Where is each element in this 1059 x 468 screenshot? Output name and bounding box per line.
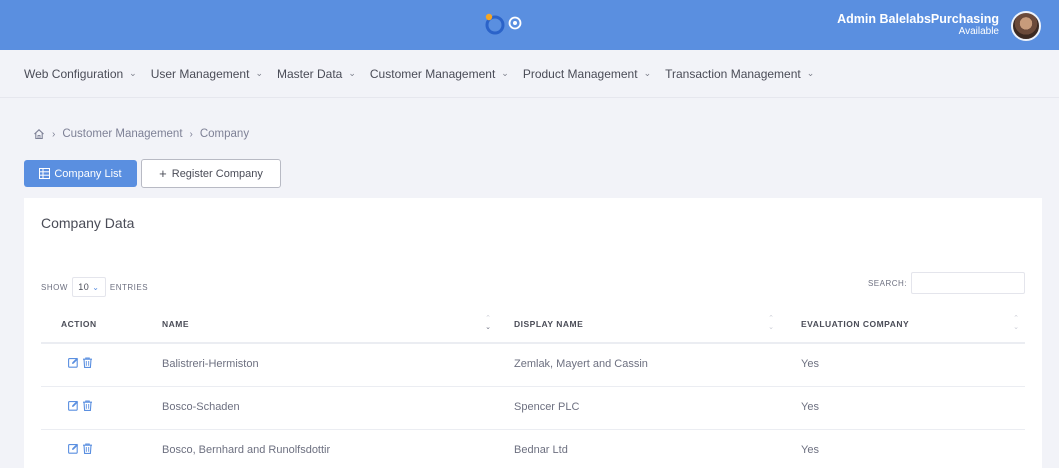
- edit-icon[interactable]: [68, 357, 79, 368]
- row-actions: [68, 357, 93, 368]
- edit-icon[interactable]: [68, 443, 79, 454]
- cell-display-name: Bednar Ltd: [514, 444, 568, 456]
- search-input[interactable]: [911, 272, 1025, 294]
- menu-product-management[interactable]: Product Management ⌄: [523, 67, 651, 81]
- avatar[interactable]: [1011, 11, 1041, 41]
- top-header: Admin BalelabsPurchasing Available: [0, 0, 1059, 50]
- chevron-down-icon: ⌄: [92, 282, 100, 292]
- cell-name: Bosco, Bernhard and Runolfsdottir: [162, 444, 331, 456]
- entries-value: 10: [78, 282, 90, 292]
- table-row: Bosco, Bernhard and Runolfsdottir Bednar…: [41, 430, 1025, 468]
- cell-name: Balistreri-Hermiston: [162, 358, 259, 370]
- chevron-down-icon: ⌄: [129, 68, 137, 78]
- menu-label: Product Management: [522, 66, 638, 81]
- menu-transaction-management[interactable]: Transaction Management ⌄: [665, 67, 814, 81]
- user-name: Admin BalelabsPurchasing: [837, 12, 999, 26]
- company-list-label: Company List: [54, 167, 122, 180]
- main-menu: Web Configuration ⌄ User Management ⌄ Ma…: [0, 50, 1059, 98]
- entries-select[interactable]: 10 ⌄: [71, 277, 106, 297]
- chevron-down-icon: ⌄: [255, 68, 263, 78]
- menu-label: Master Data: [276, 66, 343, 81]
- breadcrumb-section[interactable]: Customer Management: [62, 128, 182, 140]
- chevron-down-icon: ⌄: [643, 68, 652, 78]
- show-entries: SHOW 10 ⌄ ENTRIES: [41, 277, 148, 297]
- cell-evaluation: Yes: [801, 444, 819, 456]
- sort-icon[interactable]: ⌃ ⌄: [766, 314, 776, 332]
- trash-icon[interactable]: [82, 400, 93, 411]
- company-data-card: Company Data SHOW 10 ⌄ ENTRIES SEARCH: A…: [24, 198, 1042, 468]
- show-label: SHOW: [41, 282, 68, 292]
- cell-evaluation: Yes: [801, 358, 819, 370]
- chevron-right-icon: ›: [189, 128, 193, 140]
- menu-label: User Management: [150, 66, 250, 81]
- chevron-down-icon: ⌄: [806, 68, 815, 78]
- table-header: ACTION NAME ⌃ ⌄ DISPLAY NAME ⌃ ⌄ EVALUATIO…: [41, 308, 1025, 344]
- table-row: Balistreri-Hermiston Zemlak, Mayert and …: [41, 344, 1025, 387]
- edit-icon[interactable]: [68, 400, 79, 411]
- chevron-right-icon: ›: [52, 128, 56, 140]
- chevron-down-icon: ⌄: [348, 68, 356, 78]
- menu-label: Transaction Management: [665, 66, 801, 81]
- column-header-display-name[interactable]: DISPLAY NAME: [514, 319, 583, 329]
- logo-icon[interactable]: [485, 11, 525, 37]
- menu-label: Web Configuration: [24, 66, 124, 81]
- home-icon[interactable]: [33, 128, 45, 140]
- register-company-label: Register Company: [171, 167, 263, 180]
- row-actions: [68, 443, 93, 454]
- search-label: SEARCH:: [867, 278, 907, 288]
- menu-customer-management[interactable]: Customer Management ⌄: [370, 67, 509, 81]
- entries-label: ENTRIES: [109, 282, 149, 292]
- column-header-evaluation-company[interactable]: EVALUATION COMPANY: [801, 319, 909, 329]
- sort-icon[interactable]: ⌃ ⌄: [1011, 314, 1021, 332]
- cell-display-name: Zemlak, Mayert and Cassin: [514, 358, 648, 370]
- card-title: Company Data: [41, 215, 135, 231]
- column-header-action: ACTION: [61, 319, 97, 329]
- menu-web-configuration[interactable]: Web Configuration ⌄: [24, 67, 137, 81]
- sort-icon[interactable]: ⌃ ⌄: [483, 314, 493, 332]
- chevron-down-icon: ⌄: [501, 68, 509, 78]
- breadcrumb: › Customer Management › Company: [33, 128, 249, 140]
- menu-master-data[interactable]: Master Data ⌄: [277, 67, 356, 81]
- menu-user-management[interactable]: User Management ⌄: [151, 67, 263, 81]
- cell-name: Bosco-Schaden: [162, 401, 240, 413]
- breadcrumb-current: Company: [199, 128, 250, 140]
- trash-icon[interactable]: [82, 443, 93, 454]
- company-table: ACTION NAME ⌃ ⌄ DISPLAY NAME ⌃ ⌄ EVALUATIO…: [41, 308, 1025, 468]
- column-header-name[interactable]: NAME: [162, 319, 189, 329]
- user-info[interactable]: Admin BalelabsPurchasing Available: [837, 12, 999, 38]
- table-row: Bosco-Schaden Spencer PLC Yes: [41, 387, 1025, 430]
- trash-icon[interactable]: [82, 357, 93, 368]
- company-list-button[interactable]: Company List: [24, 160, 137, 187]
- grid-icon: [39, 168, 51, 179]
- plus-icon: +: [159, 166, 167, 181]
- table-search: SEARCH:: [868, 272, 1025, 294]
- menu-label: Customer Management: [369, 66, 496, 81]
- cell-display-name: Spencer PLC: [514, 401, 580, 413]
- row-actions: [68, 400, 93, 411]
- user-status: Available: [958, 26, 999, 37]
- cell-evaluation: Yes: [801, 401, 819, 413]
- register-company-button[interactable]: + Register Company: [141, 159, 281, 188]
